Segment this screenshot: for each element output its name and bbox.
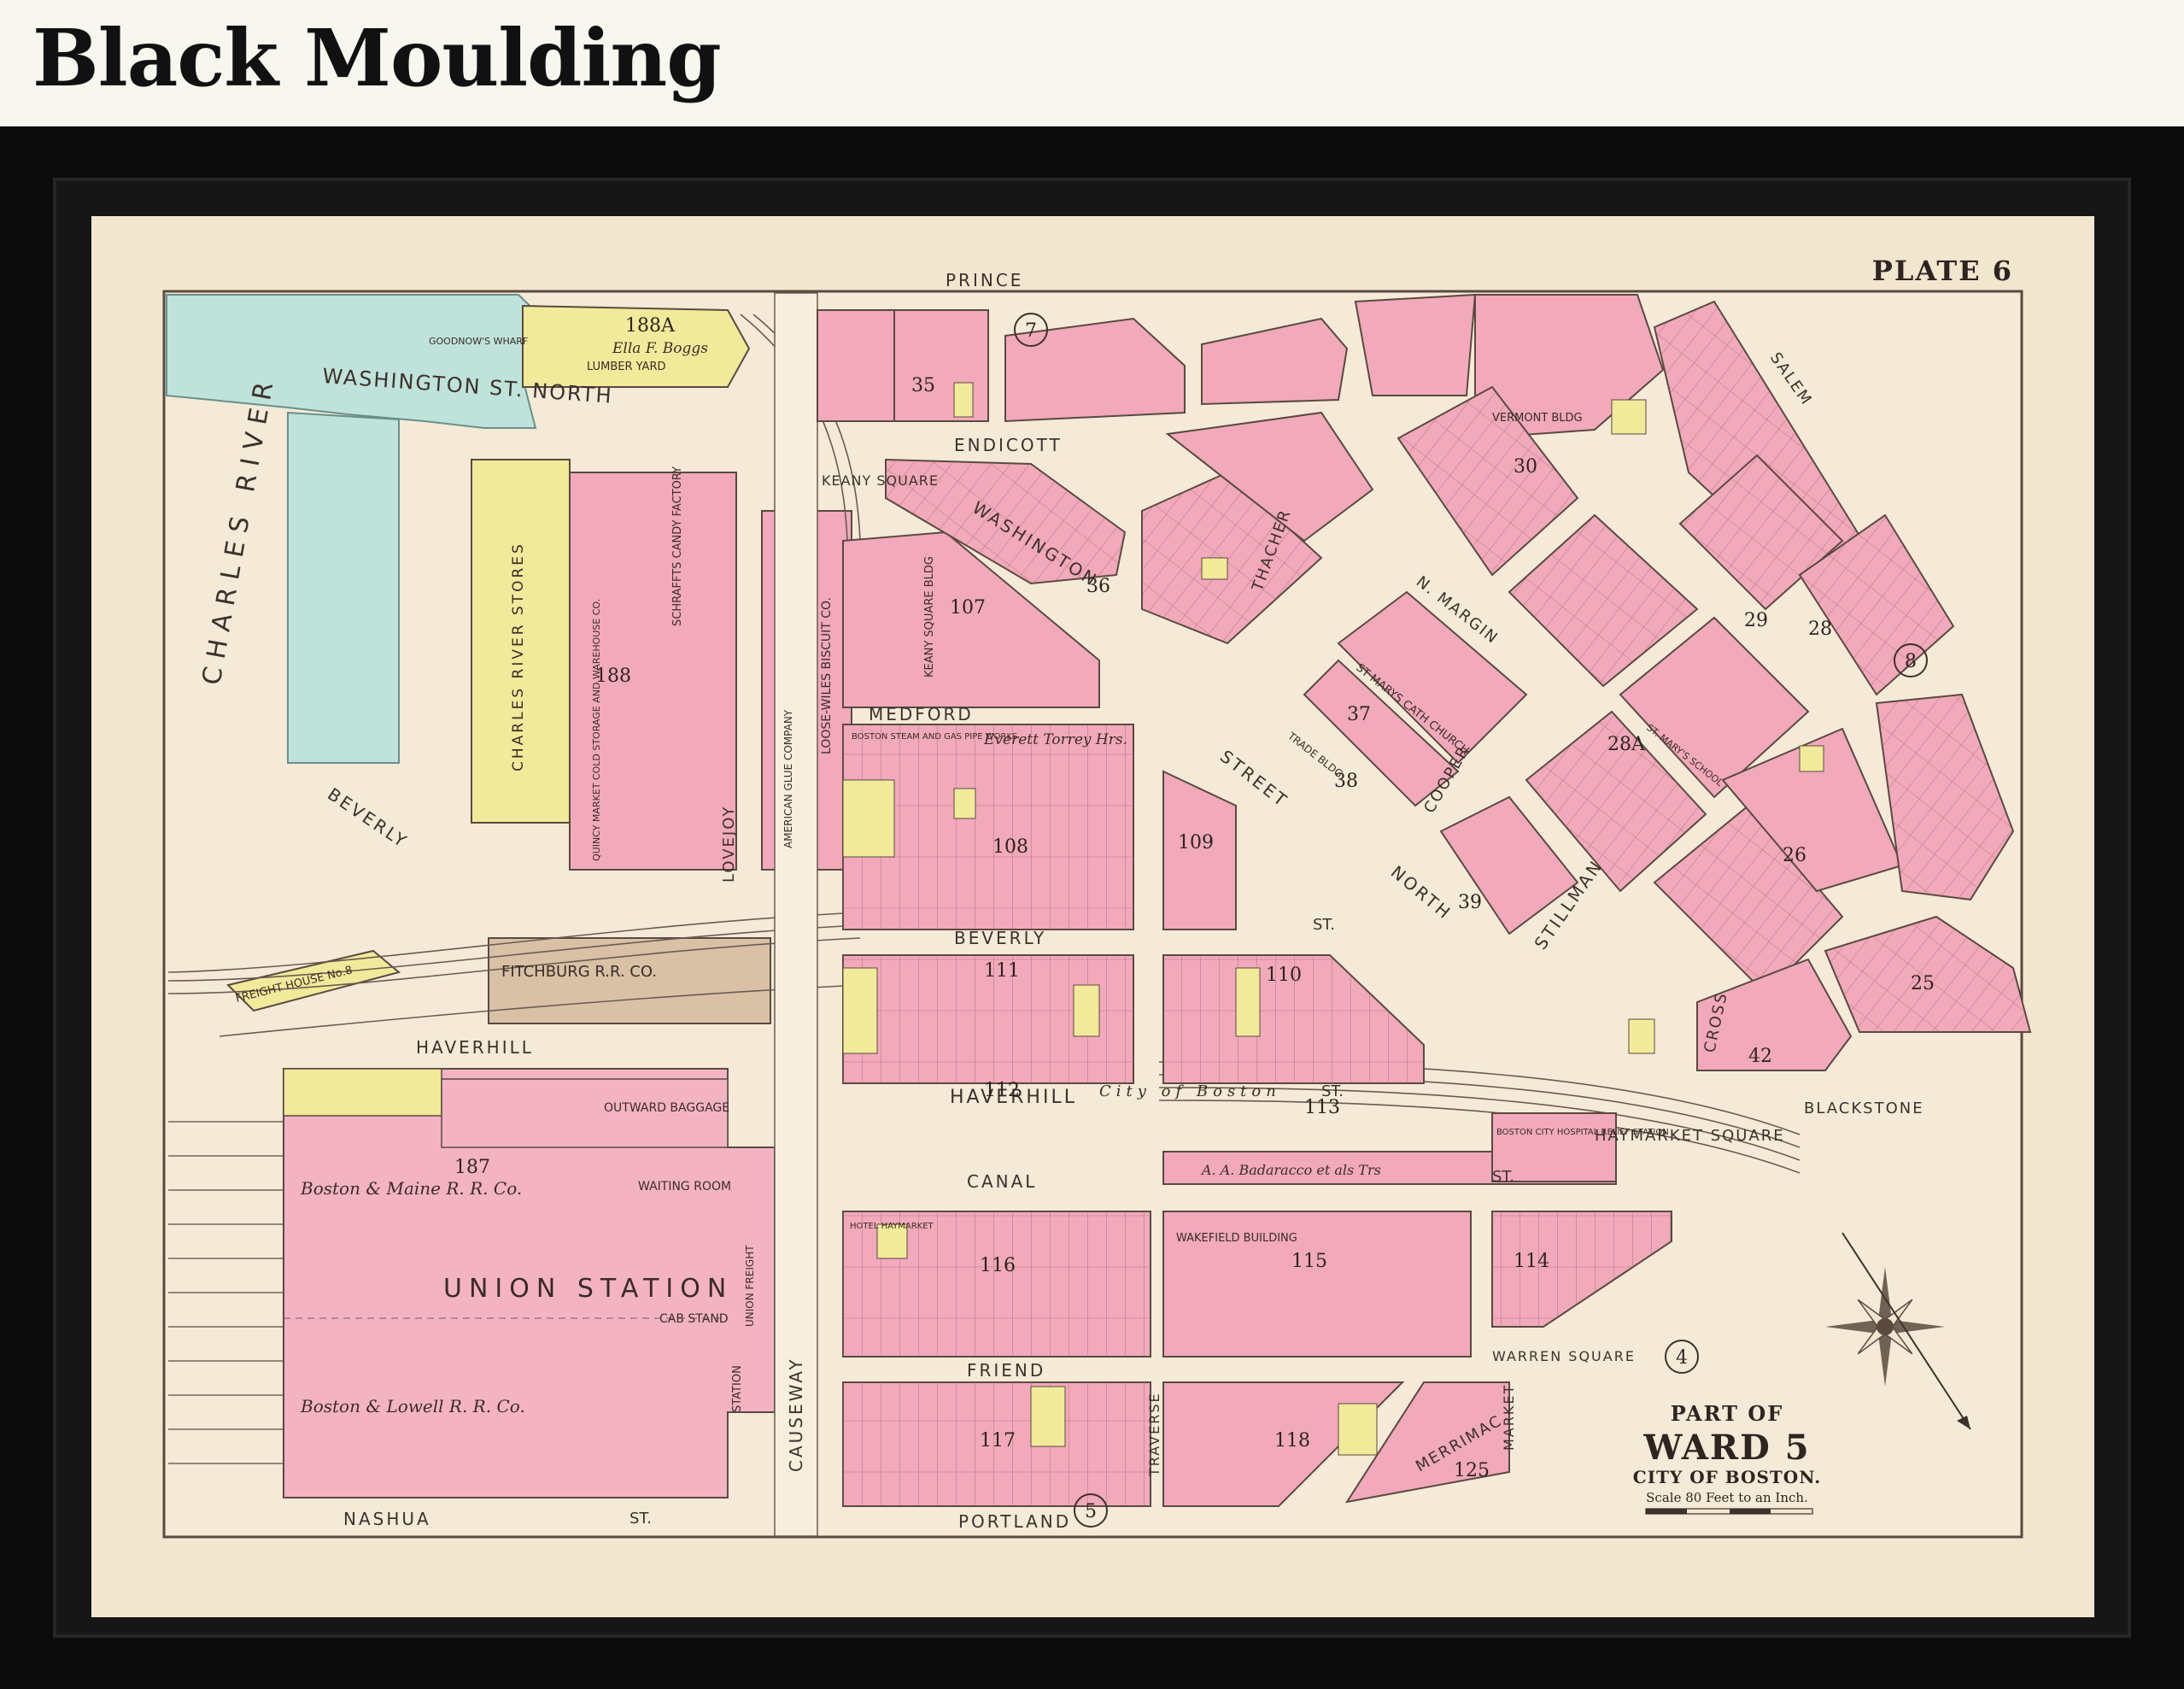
title-part-of: PART OF [1671, 1401, 1784, 1426]
street-blackstone: BLACKSTONE [1804, 1100, 1924, 1117]
scale-bar [1645, 1508, 1813, 1515]
street-canal: CANAL [967, 1171, 1037, 1192]
label-badaracco: A. A. Badaracco et als Trs [1200, 1162, 1381, 1178]
block-number-28: 28 [1808, 619, 1832, 640]
block-number-188: 188 [595, 666, 631, 687]
union-station-annex [283, 1068, 442, 1117]
block-number-108: 108 [992, 836, 1028, 858]
label-union-station: UNION STATION [443, 1274, 733, 1304]
plate-number-5: 5 [1085, 1501, 1097, 1522]
title-ward: WARD 5 [1642, 1428, 1810, 1468]
block-number-114: 114 [1514, 1251, 1549, 1272]
block-number-39: 39 [1458, 892, 1482, 913]
plate-number-8: 8 [1905, 651, 1917, 672]
label-wakefield: WAKEFIELD BUILDING [1176, 1232, 1297, 1245]
label-charles-river-stores: CHARLES RIVER STORES [510, 542, 527, 771]
block-number-187: 187 [454, 1157, 490, 1178]
block-number-125: 125 [1454, 1460, 1490, 1481]
street-beverly: BEVERLY [954, 928, 1046, 948]
label-quincy-market: QUINCY MARKET COLD STORAGE AND WAREHOUSE… [591, 599, 602, 861]
label-vermont-bldg: VERMONT BLDG [1492, 412, 1583, 425]
street-causeway: CAUSEWAY [786, 1357, 806, 1472]
label-union-freight: UNION FREIGHT [744, 1245, 756, 1327]
block-35 [893, 309, 989, 422]
street-traverse: TRAVERSE [1146, 1392, 1162, 1477]
block-number-42: 42 [1748, 1046, 1772, 1067]
street-st-beverly: ST. [1313, 916, 1335, 934]
block-number-107: 107 [950, 597, 986, 619]
framed-map: WASHINGTON ST. NORTH PRINCE ENDICOTT WAS… [91, 216, 2094, 1617]
square-keany: KEANY SQUARE [822, 472, 939, 489]
label-american-glue: AMERICAN GLUE COMPANY [782, 709, 794, 848]
label-ella-boggs: Ella F. Boggs [612, 340, 708, 357]
block-number-115: 115 [1291, 1251, 1327, 1272]
label-loose-wiles: LOOSE-WILES BISCUIT CO. [820, 597, 834, 754]
causeway-street [774, 292, 818, 1537]
block-number-36: 36 [1086, 576, 1110, 597]
label-keany-square-bldg: KEANY SQUARE BLDG [923, 556, 936, 677]
block-number-35: 35 [911, 375, 935, 396]
block-number-38: 38 [1334, 771, 1358, 792]
label-hotel-haymarket: HOTEL HAYMARKET [850, 1222, 934, 1231]
block-number-110: 110 [1266, 965, 1302, 986]
street-lovejoy: LOVEJOY [720, 806, 738, 883]
plate-number-7: 7 [1025, 320, 1037, 342]
street-nashua: NASHUA [343, 1509, 431, 1529]
block-number-29: 29 [1744, 610, 1768, 631]
label-cab-stand: CAB STAND [659, 1312, 729, 1326]
title-city: CITY OF BOSTON. [1633, 1467, 1821, 1487]
plate-number: PLATE 6 [1872, 255, 2013, 287]
title-scale: Scale 80 Feet to an Inch. [1646, 1490, 1808, 1505]
map-canvas: WASHINGTON ST. NORTH PRINCE ENDICOTT WAS… [91, 216, 2094, 1617]
street-medford: MEDFORD [869, 704, 974, 724]
label-everett-torrey: Everett Torrey Hrs. [983, 731, 1127, 748]
block-number-116: 116 [980, 1255, 1016, 1276]
street-haverhill-west: HAVERHILL [416, 1037, 534, 1058]
street-portland: PORTLAND [958, 1511, 1071, 1532]
label-goodnows-wharf: GOODNOW'S WHARF [429, 336, 528, 347]
fitchburg-building [488, 937, 771, 1024]
label-outward-baggage: OUTWARD BAGGAGE [604, 1101, 729, 1115]
label-lumber-yard: LUMBER YARD [587, 361, 666, 373]
label-schraffts: SCHRAFFTS CANDY FACTORY [671, 466, 684, 626]
label-fitchburg: FITCHBURG R.R. CO. [501, 963, 657, 981]
label-boston-lowell: Boston & Lowell R. R. Co. [300, 1396, 525, 1416]
block-number-37: 37 [1347, 704, 1371, 725]
label-boston-maine: Boston & Maine R. R. Co. [300, 1178, 522, 1199]
river-slip [287, 411, 400, 764]
block-number-112: 112 [984, 1080, 1020, 1101]
block-number-109: 109 [1178, 832, 1214, 853]
street-market: MARKET [1501, 1384, 1517, 1451]
block-31 [1354, 293, 1477, 396]
label-relief-station: BOSTON CITY HOSPITAL RELIEF STATION [1496, 1128, 1669, 1137]
plate-number-4: 4 [1676, 1347, 1688, 1369]
block-number-118: 118 [1274, 1430, 1310, 1451]
page-title: Black Moulding [32, 12, 722, 104]
block-number-113: 113 [1304, 1097, 1340, 1118]
label-waiting-room: WAITING ROOM [638, 1180, 731, 1193]
label-city-of-boston: City of Boston [1099, 1082, 1281, 1100]
street-st-nashua: ST. [629, 1510, 652, 1528]
label-station: STATION [731, 1365, 744, 1412]
street-prince: PRINCE [946, 270, 1023, 290]
block-number-30: 30 [1514, 456, 1537, 478]
street-friend: FRIEND [967, 1360, 1045, 1381]
square-warren: WARREN SQUARE [1492, 1348, 1636, 1364]
block-number-117: 117 [980, 1430, 1016, 1451]
block-number-188a: 188A [625, 315, 676, 337]
block-number-26: 26 [1783, 845, 1806, 866]
block-35a [817, 309, 895, 422]
block-number-28a: 28A [1607, 734, 1646, 755]
block-number-25: 25 [1911, 973, 1935, 994]
street-st-canal: ST. [1492, 1168, 1514, 1186]
street-endicott: ENDICOTT [954, 435, 1063, 455]
page-header: Black Moulding [0, 0, 2184, 128]
block-number-111: 111 [984, 960, 1020, 982]
